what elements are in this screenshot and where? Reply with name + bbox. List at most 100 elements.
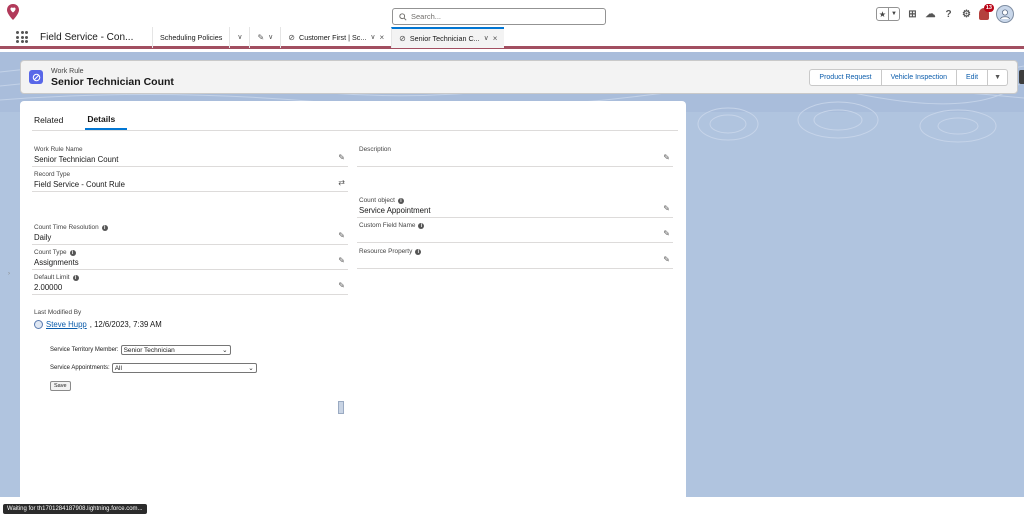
- panel-collapse-handle[interactable]: [338, 401, 344, 414]
- nav-tab-dropdown[interactable]: ∨: [229, 26, 249, 48]
- chevron-down-icon[interactable]: ∨: [237, 33, 242, 41]
- search-icon: [399, 12, 407, 21]
- pencil-edit-icon[interactable]: ✎: [338, 153, 345, 162]
- field-default-limit: Default Limit i 2.00000 ✎: [32, 271, 348, 295]
- work-rule-icon: [29, 70, 43, 84]
- search-placeholder: Search...: [411, 12, 442, 21]
- global-search-input[interactable]: Search...: [392, 8, 606, 25]
- utility-bar: [0, 497, 1024, 519]
- detail-tabs: Related Details: [32, 109, 678, 131]
- info-icon[interactable]: i: [72, 274, 79, 281]
- field-count-object: Count object i Service Appointment ✎: [357, 194, 673, 218]
- field-value: 2.00000: [34, 283, 63, 292]
- field-count-type: Count Type i Assignments ✎: [32, 246, 348, 270]
- help-icon[interactable]: ?: [943, 9, 954, 20]
- service-appointments-row: Service Appointments: All ⌄: [50, 363, 257, 373]
- last-modified-user-link[interactable]: Steve Hupp: [46, 320, 87, 329]
- sa-value: All: [114, 364, 122, 372]
- work-rule-tab-icon: ⊘: [399, 33, 406, 43]
- app-launcher-icon[interactable]: [16, 30, 30, 44]
- field-label: Count object i: [359, 197, 404, 204]
- chevron-down-icon: ⌄: [222, 347, 228, 354]
- record-actions: Product Request Vehicle Inspection Edit …: [809, 69, 1008, 86]
- product-request-button[interactable]: Product Request: [809, 69, 882, 86]
- user-icon: [34, 320, 43, 329]
- favorites-dropdown-icon[interactable]: ▼: [888, 8, 899, 20]
- field-value: Service Appointment: [359, 206, 431, 215]
- notifications-bell-icon[interactable]: 13: [979, 4, 994, 20]
- tab-details[interactable]: Details: [85, 109, 128, 130]
- global-header: Search... ★ ▼ ⊞ ☁ ? ⚙ 13: [0, 0, 1024, 28]
- header-tools: ★ ▼ ⊞ ☁ ? ⚙ 13: [876, 4, 1014, 23]
- pencil-edit-icon[interactable]: ✎: [663, 229, 670, 238]
- save-button[interactable]: Save: [50, 381, 71, 391]
- edit-button[interactable]: Edit: [957, 69, 989, 86]
- field-label: Count Type i: [34, 249, 76, 256]
- last-modified-row: Steve Hupp , 12/6/2023, 7:39 AM: [34, 320, 162, 329]
- utility-side-tab[interactable]: [1019, 70, 1024, 84]
- field-work-rule-name: Work Rule Name Senior Technician Count ✎: [32, 143, 348, 167]
- chevron-down-icon[interactable]: ∨: [370, 33, 375, 41]
- pencil-edit-icon[interactable]: ✎: [338, 231, 345, 240]
- record-title: Senior Technician Count: [51, 76, 174, 88]
- left-edge-marker-icon: ›: [8, 271, 10, 277]
- user-avatar[interactable]: [996, 5, 1014, 23]
- pencil-edit-icon[interactable]: ✎: [663, 153, 670, 162]
- field-label: Record Type: [34, 171, 71, 178]
- gear-icon[interactable]: ⚙: [961, 9, 972, 20]
- pencil-edit-icon[interactable]: ✎: [663, 204, 670, 213]
- pencil-edit-icon[interactable]: ✎: [663, 255, 670, 264]
- nav-tab-customer-first[interactable]: ⊘ Customer First | Sc... ∨ ×: [280, 26, 391, 48]
- nav-tab-scheduling-policies[interactable]: Scheduling Policies: [152, 26, 229, 48]
- field-label: Resource Property i: [359, 248, 422, 255]
- field-resource-property: Resource Property i ✎: [357, 245, 673, 269]
- info-icon[interactable]: i: [415, 248, 422, 255]
- nav-tab-senior-technician[interactable]: ⊘ Senior Technician C... ∨ ×: [391, 26, 505, 48]
- global-actions-icon[interactable]: ⊞: [907, 9, 918, 20]
- info-icon[interactable]: i: [418, 222, 425, 229]
- favorites-group[interactable]: ★ ▼: [876, 7, 900, 21]
- nav-tab-label: Senior Technician C...: [409, 33, 480, 43]
- field-record-type: Record Type Field Service - Count Rule ⇄: [32, 168, 348, 192]
- trailhead-icon[interactable]: ☁: [925, 9, 936, 20]
- chevron-down-icon[interactable]: ∨: [484, 34, 489, 42]
- tab-related[interactable]: Related: [32, 109, 75, 130]
- chevron-down-icon[interactable]: ∨: [268, 33, 273, 41]
- service-territory-member-row: Service Territory Member: Senior Technic…: [50, 345, 231, 355]
- last-modified-label: Last Modified By: [34, 309, 82, 316]
- pencil-tab-icon: ✎: [257, 32, 265, 42]
- close-tab-icon[interactable]: ×: [380, 33, 385, 42]
- stm-value: Senior Technician: [123, 346, 175, 354]
- field-value: Field Service - Count Rule: [34, 180, 126, 189]
- notification-count-badge: 13: [983, 4, 994, 12]
- service-territory-member-select[interactable]: Senior Technician ⌄: [120, 345, 231, 355]
- browser-status-text: Waiting for th1701284187908.lightning.fo…: [3, 504, 147, 514]
- record-header: Work Rule Senior Technician Count Produc…: [20, 60, 1018, 94]
- app-logo-icon[interactable]: [6, 3, 20, 21]
- close-tab-icon[interactable]: ×: [493, 34, 498, 43]
- nav-tab-overflow[interactable]: ✎ ∨: [249, 26, 280, 48]
- info-icon[interactable]: i: [69, 249, 76, 256]
- field-label: Description: [359, 146, 391, 153]
- info-icon[interactable]: i: [101, 224, 108, 231]
- vehicle-inspection-button[interactable]: Vehicle Inspection: [881, 69, 957, 86]
- change-record-type-icon[interactable]: ⇄: [338, 178, 345, 187]
- more-actions-button[interactable]: ▼: [988, 69, 1008, 86]
- star-icon[interactable]: ★: [877, 8, 888, 20]
- chevron-down-icon: ⌄: [248, 365, 254, 372]
- field-label: Default Limit i: [34, 274, 79, 281]
- service-appointments-select[interactable]: All ⌄: [111, 363, 257, 373]
- field-label: Custom Field Name i: [359, 222, 425, 229]
- app-name: Field Service - Con...: [40, 31, 134, 43]
- field-custom-field-name: Custom Field Name i ✎: [357, 219, 673, 243]
- field-value: Assignments: [34, 258, 79, 267]
- field-value: Daily: [34, 233, 52, 242]
- last-modified-date: , 12/6/2023, 7:39 AM: [89, 320, 162, 329]
- info-icon[interactable]: i: [397, 197, 404, 204]
- pencil-edit-icon[interactable]: ✎: [338, 281, 345, 290]
- field-label: Count Time Resolution i: [34, 224, 108, 231]
- field-description: Description ✎: [357, 143, 673, 167]
- topography-decoration-right: [697, 101, 997, 143]
- pencil-edit-icon[interactable]: ✎: [338, 256, 345, 265]
- sa-label: Service Appointments:: [50, 365, 110, 371]
